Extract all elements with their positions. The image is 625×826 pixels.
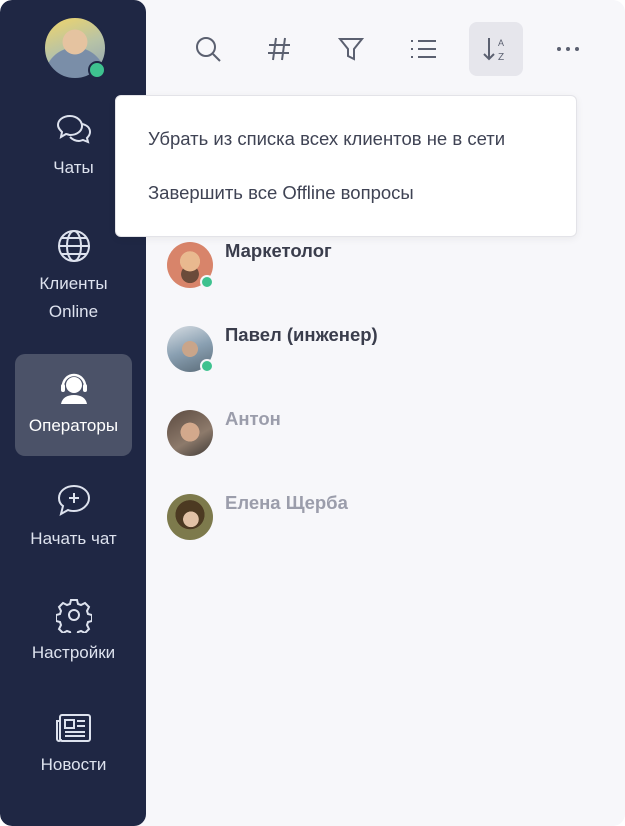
options-dropdown: Убрать из списка всех клиентов не в сети… xyxy=(115,95,577,237)
user-online-indicator xyxy=(88,61,106,79)
globe-icon xyxy=(57,230,90,262)
operator-avatar xyxy=(167,410,213,456)
operator-row[interactable]: Павел (инженер) xyxy=(167,324,587,376)
sidebar-item-settings[interactable]: Настройки xyxy=(15,597,132,667)
sidebar-item-label: Операторы xyxy=(28,416,119,435)
operator-name: Павел (инженер) xyxy=(225,324,378,345)
operator-name: Антон xyxy=(225,408,281,429)
sidebar-item-label: Начать чат xyxy=(30,529,117,548)
search-button[interactable] xyxy=(181,22,235,76)
more-button[interactable] xyxy=(541,22,595,76)
menu-item-close-offline-questions[interactable]: Завершить все Offline вопросы xyxy=(148,182,414,204)
operator-headset-icon xyxy=(60,373,87,404)
operator-avatar xyxy=(167,494,213,540)
sidebar-item-news[interactable]: Новости xyxy=(15,711,132,779)
more-icon xyxy=(557,47,579,51)
sidebar-item-label: Настройки xyxy=(31,643,116,662)
search-icon xyxy=(196,37,221,62)
operator-name: Маркетолог xyxy=(225,240,332,261)
sort-az-icon: A Z xyxy=(483,38,504,63)
menu-item-remove-offline-clients[interactable]: Убрать из списка всех клиентов не в сети xyxy=(148,128,505,150)
gear-icon xyxy=(55,599,92,633)
new-chat-icon xyxy=(57,484,90,517)
operator-row[interactable]: Антон xyxy=(167,408,587,460)
operator-row[interactable]: Маркетолог xyxy=(167,240,587,292)
sidebar-item-label: Чаты xyxy=(53,158,94,177)
sidebar-item-label: Клиенты Online xyxy=(39,274,108,321)
hashtag-icon xyxy=(268,37,290,61)
online-indicator xyxy=(200,359,214,373)
sidebar-item-operators[interactable]: Операторы xyxy=(15,354,132,456)
sidebar-item-start-chat[interactable]: Начать чат xyxy=(15,483,132,553)
sort-button[interactable]: A Z xyxy=(469,22,523,76)
sidebar-item-label: Новости xyxy=(40,755,107,774)
hashtag-button[interactable] xyxy=(252,22,306,76)
operator-name: Елена Щерба xyxy=(225,492,348,513)
list-button[interactable] xyxy=(396,22,450,76)
filter-icon xyxy=(337,38,365,61)
sidebar-item-clients-online[interactable]: Клиенты Online xyxy=(15,228,132,326)
app-window: Чаты Клиенты Online Операторы Начать чат… xyxy=(0,0,625,826)
online-indicator xyxy=(200,275,214,289)
newspaper-icon xyxy=(55,714,91,742)
chat-bubbles-icon xyxy=(56,114,91,144)
operator-row[interactable]: Елена Щерба xyxy=(167,492,587,544)
list-icon xyxy=(411,40,436,58)
filter-button[interactable] xyxy=(324,22,378,76)
svg-text:Z: Z xyxy=(498,52,504,63)
svg-text:A: A xyxy=(498,38,504,48)
